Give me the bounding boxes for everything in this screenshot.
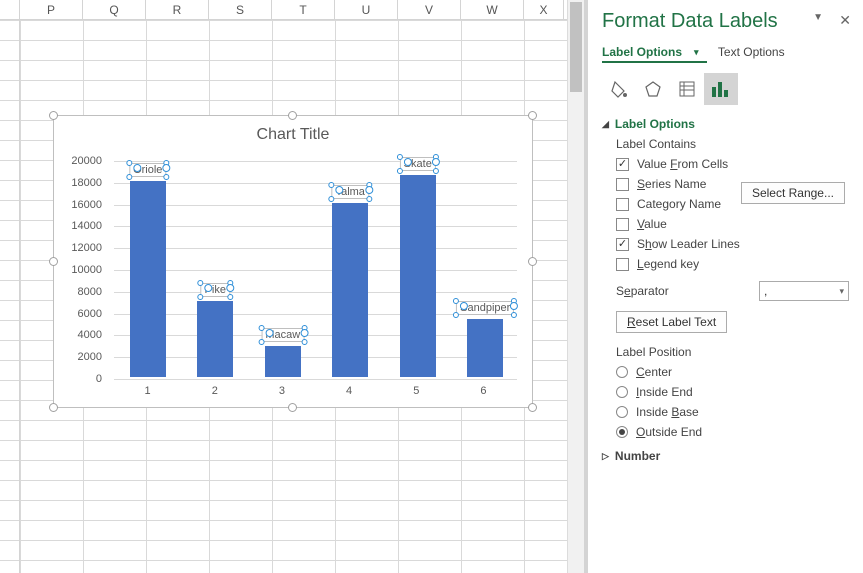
col-header[interactable]: V xyxy=(398,0,461,19)
col-header[interactable]: P xyxy=(20,0,83,19)
label-contains-heading: Label Contains xyxy=(616,137,849,151)
plot-area: OriolePikeMacawTalmaSkateSandpiper xyxy=(114,161,517,377)
col-header[interactable]: R xyxy=(146,0,209,19)
pane-dropdown-icon[interactable]: ▼ xyxy=(813,12,823,23)
y-tick: 2000 xyxy=(78,351,102,363)
y-tick: 8000 xyxy=(78,286,102,298)
radio-label: Center xyxy=(636,365,672,379)
bar[interactable] xyxy=(197,301,233,377)
row-headers xyxy=(0,20,20,573)
checkbox-label: Value xyxy=(637,217,667,231)
bar[interactable] xyxy=(332,203,368,377)
label-options-icon[interactable] xyxy=(704,73,738,105)
checkbox-legend-key[interactable] xyxy=(616,258,629,271)
bar[interactable] xyxy=(400,175,436,377)
checkbox-show-leader-lines[interactable] xyxy=(616,238,629,251)
checkbox-label: Value From Cells xyxy=(637,157,728,171)
data-label[interactable]: Sandpiper xyxy=(456,301,514,315)
close-icon[interactable]: ✕ xyxy=(839,12,851,29)
radio-label: Inside End xyxy=(636,385,693,399)
bar[interactable] xyxy=(130,181,166,377)
tab-text-options[interactable]: Text Options xyxy=(718,45,785,59)
bar[interactable] xyxy=(265,346,301,377)
spreadsheet-grid[interactable]: P Q R S T U V W X Chart Title 0 2000 4000 6… xyxy=(0,0,585,573)
data-label[interactable]: Pike xyxy=(201,283,230,297)
format-pane: ▼ ✕ Format Data Labels Label Options▾ Te… xyxy=(585,0,863,573)
radio-label: Inside Base xyxy=(636,405,699,419)
embedded-chart[interactable]: Chart Title 0 2000 4000 6000 8000 10000 12000 1… xyxy=(53,115,533,408)
section-label-options[interactable]: ◢Label Options xyxy=(602,117,849,131)
y-tick: 6000 xyxy=(78,308,102,320)
y-tick: 12000 xyxy=(71,242,102,254)
col-header[interactable]: X xyxy=(524,0,564,19)
col-header[interactable]: W xyxy=(461,0,524,19)
separator-select[interactable]: ,▾ xyxy=(759,281,849,301)
x-axis: 123456 xyxy=(114,385,517,397)
effects-icon[interactable] xyxy=(636,73,670,105)
x-tick: 1 xyxy=(114,385,181,397)
checkbox-label: Legend key xyxy=(637,257,699,271)
data-label[interactable]: Macaw xyxy=(261,328,304,342)
checkbox-value-from-cells[interactable] xyxy=(616,158,629,171)
x-tick: 6 xyxy=(450,385,517,397)
x-tick: 2 xyxy=(181,385,248,397)
data-label[interactable]: Oriole xyxy=(129,163,166,177)
y-tick: 16000 xyxy=(71,199,102,211)
bar[interactable] xyxy=(467,319,503,377)
checkbox-label: Category Name xyxy=(637,197,721,211)
x-tick: 3 xyxy=(248,385,315,397)
size-properties-icon[interactable] xyxy=(670,73,704,105)
separator-label: Separator xyxy=(616,284,759,298)
checkbox-series-name[interactable] xyxy=(616,178,629,191)
scrollbar-thumb[interactable] xyxy=(570,2,582,92)
y-tick: 4000 xyxy=(78,329,102,341)
radio-label: Outside End xyxy=(636,425,702,439)
data-label[interactable]: Talma xyxy=(332,185,369,199)
y-tick: 10000 xyxy=(71,264,102,276)
radio-outside-end[interactable] xyxy=(616,426,628,438)
radio-inside-base[interactable] xyxy=(616,406,628,418)
section-number[interactable]: ▷Number xyxy=(602,449,849,463)
y-tick: 18000 xyxy=(71,177,102,189)
checkbox-value[interactable] xyxy=(616,218,629,231)
chart-title[interactable]: Chart Title xyxy=(54,126,532,144)
radio-center[interactable] xyxy=(616,366,628,378)
label-position-heading: Label Position xyxy=(616,345,849,359)
fill-line-icon[interactable] xyxy=(602,73,636,105)
checkbox-label: Series Name xyxy=(637,177,706,191)
column-headers: P Q R S T U V W X xyxy=(0,0,584,20)
data-label[interactable]: Skate xyxy=(400,157,436,171)
col-header[interactable]: Q xyxy=(83,0,146,19)
checkbox-label: Show Leader Lines xyxy=(637,237,740,251)
y-tick: 0 xyxy=(96,373,102,385)
vertical-scrollbar[interactable] xyxy=(567,0,584,573)
col-header[interactable]: T xyxy=(272,0,335,19)
radio-inside-end[interactable] xyxy=(616,386,628,398)
x-tick: 5 xyxy=(383,385,450,397)
tab-label-options[interactable]: Label Options▾ xyxy=(602,45,707,63)
reset-label-text-button[interactable]: Reset Label Text xyxy=(616,311,727,333)
col-header[interactable]: S xyxy=(209,0,272,19)
checkbox-category-name[interactable] xyxy=(616,198,629,211)
col-header[interactable]: U xyxy=(335,0,398,19)
y-tick: 20000 xyxy=(71,155,102,167)
y-axis: 0200040006000800010000120001400016000180… xyxy=(54,161,108,377)
pane-title: Format Data Labels xyxy=(602,10,849,33)
select-range-button[interactable]: Select Range... xyxy=(741,182,845,204)
x-tick: 4 xyxy=(316,385,383,397)
chevron-down-icon: ▾ xyxy=(694,47,699,58)
y-tick: 14000 xyxy=(71,220,102,232)
